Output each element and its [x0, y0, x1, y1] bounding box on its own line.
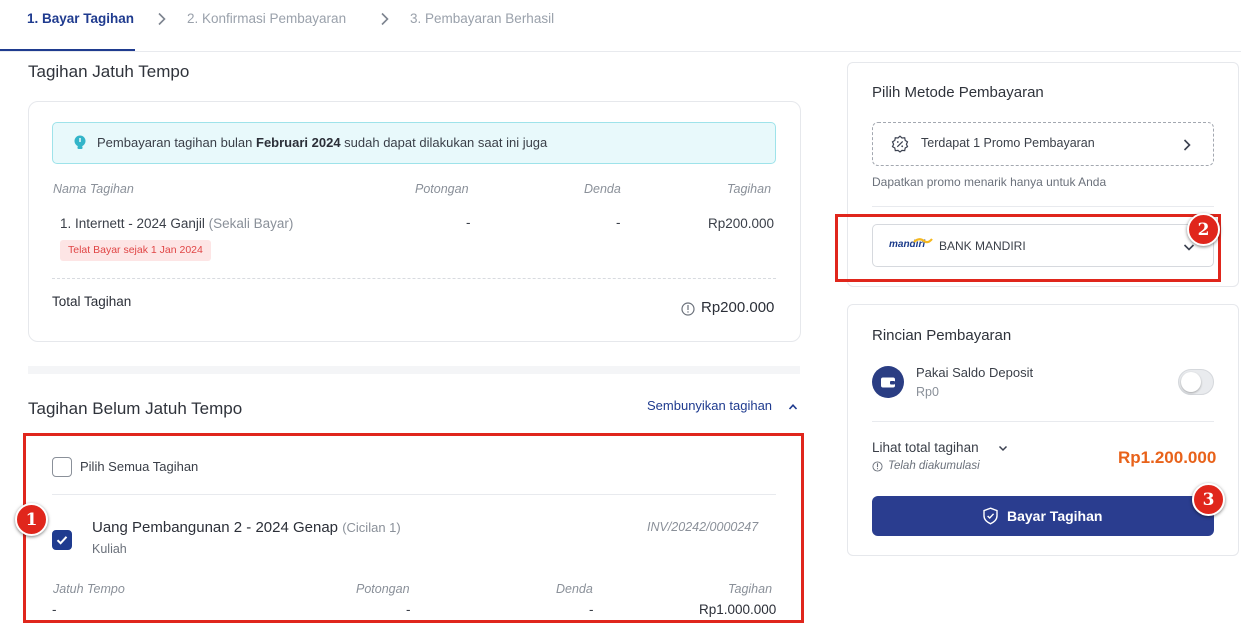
header-tagihan: Tagihan [727, 182, 772, 196]
accumulated-note: Telah diakumulasi [888, 460, 980, 472]
active-step-underline [0, 49, 135, 51]
header-nama-tagihan: Nama Tagihan [53, 182, 134, 196]
promo-button[interactable]: Terdapat 1 Promo Pembayaran [872, 122, 1214, 166]
chevron-right-icon [158, 12, 166, 26]
header-denda: Denda [584, 182, 621, 196]
deposit-toggle[interactable] [1178, 369, 1214, 395]
bill-fine: - [616, 215, 621, 230]
view-total-link[interactable]: Lihat total tagihan [872, 440, 979, 455]
payment-method-title: Pilih Metode Pembayaran [872, 84, 1044, 101]
annotation-marker-2: 2 [1187, 213, 1220, 246]
grand-total: Rp1.200.000 [1118, 448, 1217, 467]
info-circle-icon [872, 461, 883, 472]
deposit-label: Pakai Saldo Deposit [916, 365, 1034, 380]
step-pembayaran-berhasil: 3. Pembayaran Berhasil [410, 11, 555, 26]
chevron-down-icon[interactable] [998, 444, 1008, 453]
info-circle-icon[interactable] [681, 302, 695, 316]
pay-bill-button[interactable]: Bayar Tagihan [872, 496, 1214, 536]
info-banner: Pembayaran tagihan bulan Februari 2024 s… [52, 122, 776, 164]
annotation-marker-3: 3 [1192, 483, 1225, 516]
wallet-icon [881, 377, 895, 388]
checkout-stepper: 1. Bayar Tagihan 2. Konfirmasi Pembayara… [0, 0, 1241, 52]
info-banner-text: Pembayaran tagihan bulan Februari 2024 s… [97, 135, 548, 150]
chevron-right-icon [381, 12, 389, 26]
not-due-bills-title: Tagihan Belum Jatuh Tempo [28, 399, 243, 418]
hide-bills-link[interactable]: Sembunyikan tagihan [647, 398, 772, 413]
total-label: Total Tagihan [52, 294, 132, 309]
wallet-icon-badge [872, 366, 904, 398]
bill-row: 1. Internett - 2024 Ganjil (Sekali Bayar… [60, 216, 294, 231]
divider [872, 206, 1214, 207]
step-bayar-tagihan[interactable]: 1. Bayar Tagihan [27, 11, 134, 26]
section-separator [28, 366, 800, 374]
deposit-value: Rp0 [916, 385, 939, 399]
late-payment-badge: Telat Bayar sejak 1 Jan 2024 [60, 240, 211, 261]
payment-details-title: Rincian Pembayaran [872, 327, 1012, 344]
promo-caption: Dapatkan promo menarik hanya untuk Anda [872, 175, 1107, 189]
annotation-box-bank-select [835, 214, 1221, 282]
step-konfirmasi-pembayaran: 2. Konfirmasi Pembayaran [187, 11, 347, 26]
header-potongan: Potongan [415, 182, 469, 196]
chevron-right-icon [1183, 139, 1191, 151]
discount-badge-icon [891, 135, 909, 153]
toggle-knob [1181, 372, 1201, 392]
shield-check-icon [983, 507, 998, 525]
pay-bill-label: Bayar Tagihan [1007, 508, 1103, 524]
lightbulb-icon [74, 135, 86, 149]
total-value: Rp200.000 [701, 299, 775, 316]
annotation-box-bill-selection [23, 433, 804, 623]
bill-amount: Rp200.000 [708, 216, 775, 231]
due-bills-title: Tagihan Jatuh Tempo [28, 62, 190, 81]
bill-discount: - [466, 215, 471, 230]
divider [52, 278, 776, 279]
chevron-up-icon[interactable] [788, 402, 798, 412]
annotation-marker-1: 1 [15, 503, 48, 536]
divider [872, 421, 1214, 422]
promo-label: Terdapat 1 Promo Pembayaran [921, 136, 1095, 150]
